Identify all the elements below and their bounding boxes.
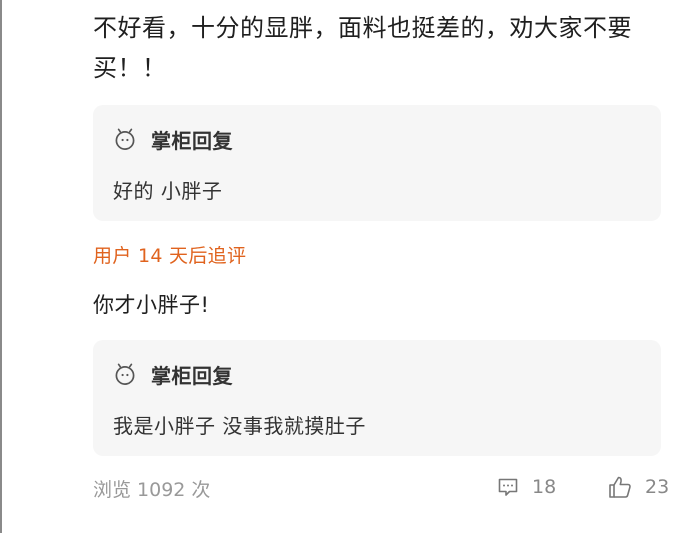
comment-icon — [498, 478, 518, 496]
followup-label: 用户 14 天后追评 — [93, 245, 247, 267]
merchant-reply-title: 掌柜回复 — [151, 128, 233, 153]
left-border-divider — [0, 0, 2, 533]
review-text: 不好看，十分的显胖，面料也挺差的，劝大家不要买！！ — [93, 14, 632, 82]
thumbs-up-icon — [609, 476, 631, 498]
merchant-reply-card: 掌柜回复 我是小胖子 没事我就摸肚子 — [93, 340, 661, 456]
merchant-reply-body: 好的 小胖子 — [113, 179, 223, 203]
comment-count: 18 — [532, 476, 557, 498]
smile-icon — [115, 363, 135, 385]
merchant-reply-title: 掌柜回复 — [151, 363, 233, 388]
view-count: 浏览 1092 次 — [93, 479, 211, 501]
merchant-reply-card: 掌柜回复 好的 小胖子 — [93, 105, 661, 221]
merchant-reply-header: 掌柜回复 — [113, 360, 233, 388]
comment-button[interactable]: 18 — [496, 472, 556, 502]
followup-text: 你才小胖子! — [93, 293, 210, 317]
like-button[interactable]: 23 — [607, 472, 669, 502]
like-count: 23 — [645, 476, 670, 498]
smile-icon — [115, 128, 135, 150]
merchant-reply-header: 掌柜回复 — [113, 125, 233, 153]
review-detail-page: 不好看，十分的显胖，面料也挺差的，劝大家不要买！！ 掌柜回复 好的 小胖子 用户… — [0, 0, 690, 533]
merchant-reply-body: 我是小胖子 没事我就摸肚子 — [113, 414, 366, 438]
